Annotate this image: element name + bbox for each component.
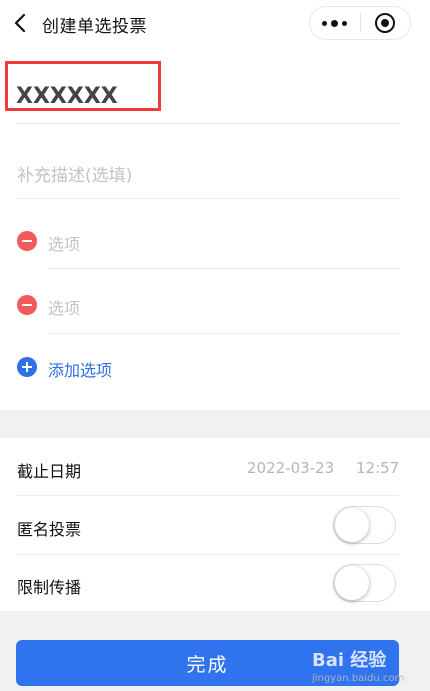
mini-program-capsule — [309, 6, 411, 40]
settings-divider — [16, 495, 399, 496]
anonymous-toggle[interactable] — [333, 506, 396, 544]
option-row: 选项 — [0, 221, 430, 261]
option-divider — [48, 333, 399, 334]
description-divider — [16, 198, 399, 199]
description-input[interactable]: 补充描述(选填) — [17, 161, 132, 186]
deadline-label: 截止日期 — [17, 462, 82, 481]
deadline-time[interactable]: 12:57 — [356, 459, 399, 477]
anonymous-label: 匿名投票 — [17, 520, 82, 539]
option-row: 选项 — [0, 285, 430, 325]
nav-bar: 创建单选投票 — [0, 0, 430, 46]
plus-circle-icon — [17, 357, 37, 377]
chevron-left-icon — [14, 13, 26, 33]
option-divider — [48, 268, 399, 269]
vote-title-input[interactable]: XXXXXX — [16, 84, 118, 109]
toggle-knob — [335, 566, 369, 600]
more-button[interactable] — [310, 7, 360, 39]
page-title: 创建单选投票 — [42, 17, 147, 37]
restrict-share-label: 限制传播 — [17, 578, 82, 597]
target-icon — [375, 13, 396, 33]
settings-divider — [16, 554, 399, 555]
add-option-button[interactable]: 添加选项 — [0, 352, 260, 382]
watermark-brand: Bai 经验 — [312, 650, 387, 671]
option-input[interactable]: 选项 — [48, 295, 80, 319]
remove-option-icon[interactable] — [17, 295, 37, 315]
title-divider — [16, 123, 399, 124]
remove-option-icon[interactable] — [17, 231, 37, 251]
baidu-watermark: Bai 经验 jingyan.baidu.com — [312, 646, 422, 686]
restrict-share-toggle[interactable] — [333, 564, 396, 602]
back-button[interactable] — [8, 10, 32, 36]
section-gap — [0, 410, 430, 438]
watermark-site: jingyan.baidu.com — [312, 673, 405, 684]
deadline-date[interactable]: 2022-03-23 — [247, 459, 334, 477]
exit-button[interactable] — [361, 7, 411, 39]
more-dots-icon — [322, 19, 348, 27]
option-input[interactable]: 选项 — [48, 231, 80, 255]
toggle-knob — [335, 508, 369, 542]
add-option-label: 添加选项 — [48, 361, 113, 380]
